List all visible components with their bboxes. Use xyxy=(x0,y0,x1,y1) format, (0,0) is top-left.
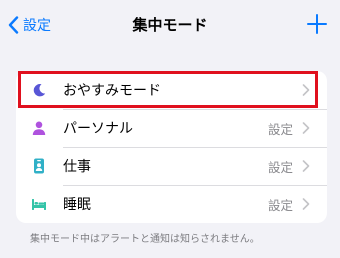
person-icon xyxy=(32,121,46,135)
focus-mode-label: おやすみモード xyxy=(63,83,161,99)
footer-note: 集中モード中はアラートと通知は知らされません。 xyxy=(30,234,260,245)
navigation-bar: 設定 集中モード xyxy=(0,0,340,50)
chevron-right-icon xyxy=(302,160,310,172)
focus-mode-do-not-disturb[interactable]: おやすみモード xyxy=(16,71,327,109)
chevron-right-icon xyxy=(302,198,310,210)
add-icon[interactable] xyxy=(306,13,328,35)
work-badge-icon xyxy=(34,158,44,174)
focus-mode-list: おやすみモード パーソナル 設定 仕事 設定 睡眠 設定 xyxy=(16,71,327,223)
focus-mode-sleep[interactable]: 睡眠 設定 xyxy=(16,185,327,223)
page-title: 集中モード xyxy=(132,16,208,34)
setup-label: 設定 xyxy=(267,121,293,137)
chevron-right-icon xyxy=(302,84,310,96)
focus-mode-label: 睡眠 xyxy=(63,197,91,213)
bed-icon xyxy=(32,199,46,210)
focus-mode-work[interactable]: 仕事 設定 xyxy=(16,147,327,185)
focus-mode-personal[interactable]: パーソナル 設定 xyxy=(16,109,327,147)
setup-label: 設定 xyxy=(267,159,293,175)
chevron-right-icon xyxy=(302,122,310,134)
moon-icon xyxy=(33,84,46,97)
setup-label: 設定 xyxy=(267,197,293,213)
focus-mode-label: 仕事 xyxy=(63,159,91,175)
focus-mode-label: パーソナル xyxy=(63,121,133,137)
